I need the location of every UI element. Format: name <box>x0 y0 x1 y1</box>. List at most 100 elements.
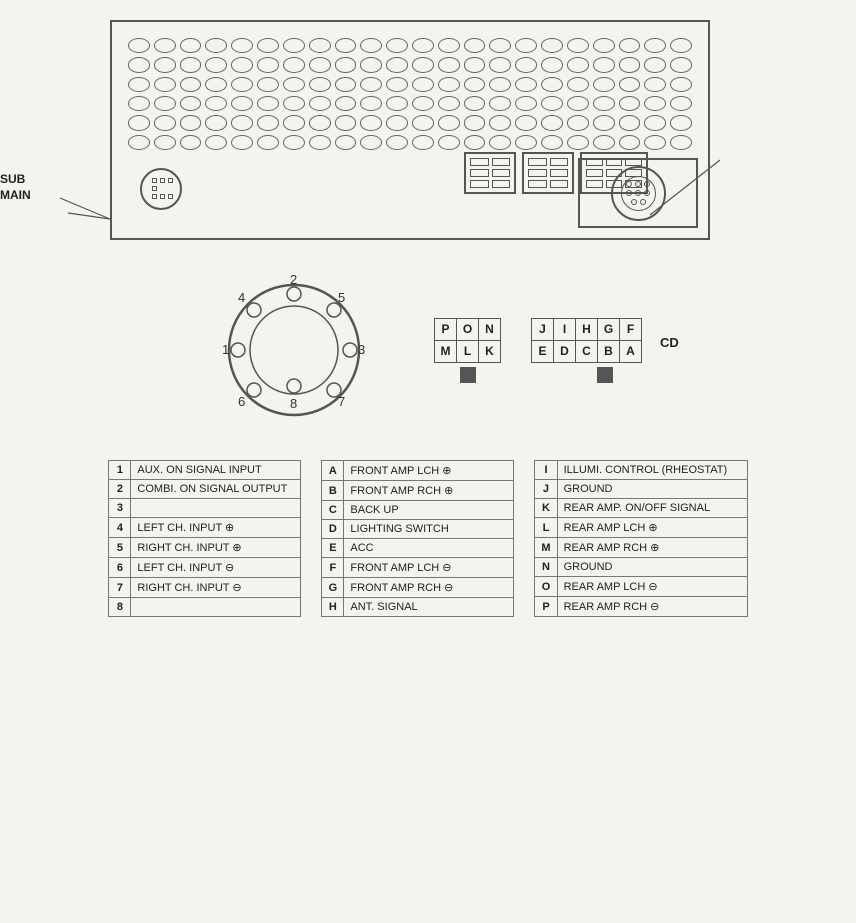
left-connector <box>140 168 182 210</box>
vent-hole <box>438 96 460 111</box>
vent-hole <box>464 135 486 150</box>
vent-hole <box>257 38 279 53</box>
vent-hole <box>386 96 408 111</box>
vent-hole <box>438 38 460 53</box>
vent-hole <box>257 115 279 130</box>
vent-hole <box>360 135 382 150</box>
vent-hole <box>309 38 331 53</box>
vent-hole <box>515 38 537 53</box>
vent-area: // will be inserted by JS below <box>124 34 696 154</box>
grid-conn-2: J I H G F E D C B A <box>531 318 642 383</box>
vent-hole <box>205 115 227 130</box>
vent-hole <box>464 115 486 130</box>
vent-hole <box>489 77 511 92</box>
svg-text:8: 8 <box>290 396 297 411</box>
grid-table-1: P O N M L K <box>434 318 501 363</box>
vent-hole <box>412 135 434 150</box>
cd-connector-box <box>578 158 698 228</box>
vent-hole <box>412 115 434 130</box>
table-row: MREAR AMP RCH ⊕ <box>535 538 747 558</box>
vent-hole <box>309 77 331 92</box>
table-row: 6LEFT CH. INPUT ⊖ <box>109 558 301 578</box>
vent-hole <box>205 77 227 92</box>
grid-conn-1: P O N M L K <box>434 318 501 383</box>
vent-hole <box>360 38 382 53</box>
vent-hole <box>593 135 615 150</box>
vent-hole <box>335 77 357 92</box>
table-row: CBACK UP <box>322 501 514 520</box>
vent-hole <box>541 57 563 72</box>
vent-hole <box>619 115 641 130</box>
vent-hole <box>644 77 666 92</box>
vent-hole <box>541 77 563 92</box>
vent-hole <box>231 57 253 72</box>
vent-hole <box>154 96 176 111</box>
vent-hole <box>567 115 589 130</box>
vent-hole <box>438 115 460 130</box>
left-conn-circle <box>140 168 182 210</box>
vent-hole <box>412 77 434 92</box>
vent-hole <box>309 115 331 130</box>
table-row: GFRONT AMP RCH ⊖ <box>322 578 514 598</box>
table-row: DLIGHTING SWITCH <box>322 520 514 539</box>
vent-hole <box>619 57 641 72</box>
vent-hole <box>541 38 563 53</box>
pin-table-left: 1AUX. ON SIGNAL INPUT2COMBI. ON SIGNAL O… <box>108 460 301 617</box>
vent-hole <box>412 96 434 111</box>
vent-hole <box>644 135 666 150</box>
sub-label: SUB <box>0 172 25 186</box>
round-connector-svg: 1 2 3 4 5 6 7 8 <box>214 270 374 430</box>
vent-hole <box>128 135 150 150</box>
vent-hole <box>438 77 460 92</box>
vent-hole <box>593 57 615 72</box>
vent-hole <box>464 38 486 53</box>
vent-hole <box>360 77 382 92</box>
vent-hole <box>541 135 563 150</box>
vent-hole <box>231 38 253 53</box>
table-row: 3 <box>109 499 301 518</box>
table-row: 4LEFT CH. INPUT ⊕ <box>109 518 301 538</box>
vent-hole <box>205 38 227 53</box>
svg-text:7: 7 <box>338 394 345 409</box>
vent-hole <box>180 77 202 92</box>
vent-hole <box>619 77 641 92</box>
vent-hole <box>438 57 460 72</box>
main-label: MAIN <box>0 188 31 202</box>
grid-arrow-2 <box>597 367 613 383</box>
vent-hole <box>489 96 511 111</box>
vent-hole <box>593 96 615 111</box>
connector-block-2 <box>522 152 574 194</box>
vent-hole <box>360 96 382 111</box>
vent-hole <box>283 57 305 72</box>
grid-conn-group: P O N M L K J I <box>434 318 642 383</box>
vent-hole <box>644 38 666 53</box>
unit-diagram: // will be inserted by JS below <box>110 20 730 240</box>
vent-hole <box>205 135 227 150</box>
table-row: EACC <box>322 539 514 558</box>
unit-box: // will be inserted by JS below <box>110 20 710 240</box>
vent-hole <box>335 38 357 53</box>
vent-hole <box>360 115 382 130</box>
vent-hole <box>541 115 563 130</box>
vent-hole <box>515 96 537 111</box>
vent-hole <box>283 77 305 92</box>
svg-text:1: 1 <box>222 342 229 357</box>
table-row: JGROUND <box>535 480 747 499</box>
vent-hole <box>154 57 176 72</box>
vent-hole <box>231 96 253 111</box>
vent-hole <box>670 57 692 72</box>
vent-hole <box>257 57 279 72</box>
grid-table-2: J I H G F E D C B A <box>531 318 642 363</box>
table-row: 7RIGHT CH. INPUT ⊖ <box>109 578 301 598</box>
vent-hole <box>205 96 227 111</box>
vent-hole <box>283 135 305 150</box>
vent-hole <box>670 38 692 53</box>
connector-block-1 <box>464 152 516 194</box>
pin-table-middle: AFRONT AMP LCH ⊕BFRONT AMP RCH ⊕CBACK UP… <box>321 460 514 617</box>
svg-text:5: 5 <box>338 290 345 305</box>
table-row: FFRONT AMP LCH ⊖ <box>322 558 514 578</box>
vent-hole <box>335 57 357 72</box>
vent-hole <box>386 135 408 150</box>
vent-hole <box>670 77 692 92</box>
grid-arrow-1 <box>460 367 476 383</box>
